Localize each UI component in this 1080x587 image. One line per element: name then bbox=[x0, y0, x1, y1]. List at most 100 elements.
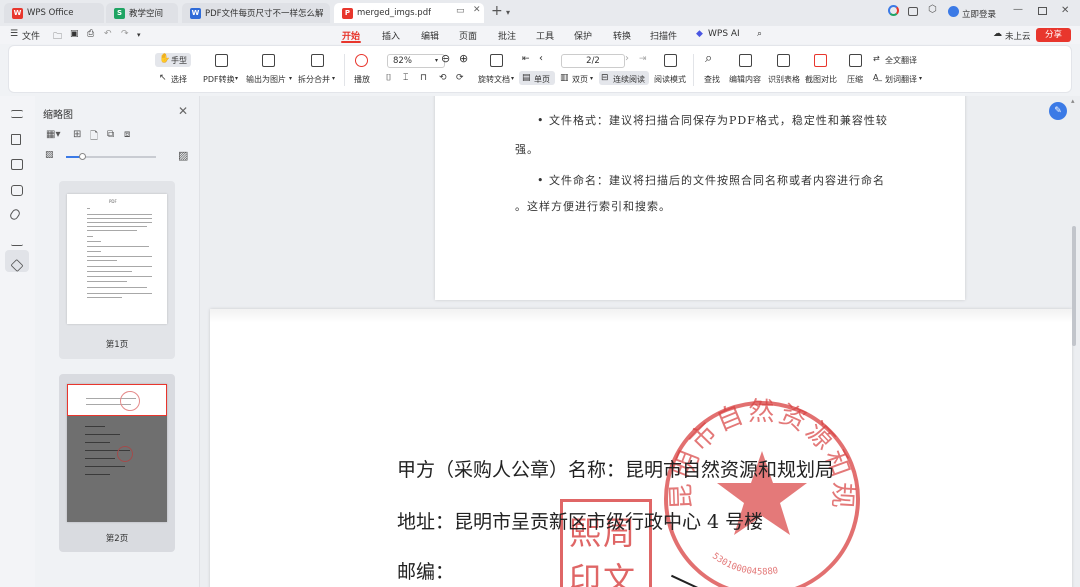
close-window-icon[interactable]: ✕ bbox=[1061, 5, 1069, 16]
insert-page-icon[interactable]: ⊞ bbox=[73, 129, 81, 140]
thumbnail-icon[interactable] bbox=[11, 159, 23, 170]
window-icon[interactable] bbox=[908, 7, 918, 16]
large-image-icon[interactable]: ▨ bbox=[178, 149, 188, 162]
redo-icon[interactable]: ↷ bbox=[121, 29, 129, 39]
thumbnail-page-title: PDF bbox=[109, 199, 117, 204]
cloud-status[interactable]: 未上云 bbox=[1005, 30, 1031, 42]
continuous-read-button[interactable]: 连续阅读 bbox=[613, 74, 645, 85]
menu-annotate[interactable]: 批注 bbox=[498, 29, 516, 42]
rotate-doc-button[interactable]: 旋转文档 bbox=[478, 74, 510, 85]
attachment-icon[interactable] bbox=[8, 207, 22, 222]
fit-page-icon[interactable]: ⌷ bbox=[386, 73, 391, 83]
rotate-left-icon[interactable]: ⟲ bbox=[439, 73, 447, 83]
chevron-down-icon: ▾ bbox=[435, 57, 439, 64]
next-page-icon[interactable]: › bbox=[625, 53, 629, 64]
small-image-icon[interactable]: ▨ bbox=[45, 150, 54, 160]
vertical-scrollbar[interactable] bbox=[1072, 226, 1076, 346]
menu-edit[interactable]: 编辑 bbox=[421, 29, 439, 42]
menu-icon[interactable]: ☰ bbox=[10, 29, 18, 39]
thumbnail-page-1[interactable]: PDF 第1页 bbox=[59, 181, 175, 359]
tab-merged-imgs[interactable]: P merged_imgs.pdf ▭ ✕ bbox=[334, 3, 484, 23]
zoom-in-icon[interactable]: ⊕ bbox=[459, 52, 468, 65]
edit-content-icon bbox=[739, 54, 752, 67]
menu-convert[interactable]: 转换 bbox=[613, 29, 631, 42]
ai-assistant-icon[interactable]: ✎ bbox=[1049, 102, 1067, 120]
text-line bbox=[87, 236, 93, 237]
menu-protect[interactable]: 保护 bbox=[574, 29, 592, 42]
zoom-out-icon[interactable]: ⊖ bbox=[441, 52, 450, 65]
scroll-up-icon[interactable]: ▴ bbox=[1071, 97, 1075, 105]
last-page-icon[interactable]: ⇥ bbox=[639, 54, 647, 64]
word-translate-button[interactable]: 划词翻译 bbox=[885, 74, 917, 85]
open-folder-icon[interactable]: 🗀 bbox=[53, 29, 62, 45]
select-tool-button[interactable]: 选择 bbox=[171, 74, 187, 85]
comment-icon[interactable] bbox=[11, 185, 23, 196]
bookmark-icon[interactable] bbox=[11, 134, 21, 145]
text-line bbox=[85, 434, 120, 435]
extract-page-icon[interactable]: 🗋 bbox=[90, 129, 98, 146]
hand-tool-button[interactable]: 手型 bbox=[171, 55, 187, 66]
page1-line-1: • 文件格式：建议将扫描合同保存为PDF格式，稳定性和兼容性较 bbox=[537, 114, 888, 127]
minimize-icon[interactable]: — bbox=[1013, 4, 1023, 15]
first-page-icon[interactable]: ⇤ bbox=[522, 54, 530, 64]
pdf-convert-button[interactable]: PDF转换 bbox=[203, 74, 235, 85]
tab-wps-office[interactable]: W WPS Office bbox=[4, 3, 104, 23]
close-icon[interactable]: ✕ bbox=[178, 104, 188, 118]
document-viewer[interactable]: • 文件格式：建议将扫描合同保存为PDF格式，稳定性和兼容性较 强。 • 文件命… bbox=[200, 96, 1080, 587]
double-page-button[interactable]: 双页 bbox=[572, 74, 588, 85]
login-link[interactable]: 立即登录 bbox=[962, 8, 996, 20]
screenshot-compare-button[interactable]: 截图对比 bbox=[805, 74, 837, 85]
share-button[interactable]: 分享 bbox=[1036, 28, 1071, 42]
cube-icon[interactable]: ⬡ bbox=[928, 4, 937, 15]
full-translate-button[interactable]: 全文翻译 bbox=[885, 55, 917, 66]
quick-access-chevron-icon[interactable]: ▾ bbox=[137, 31, 141, 39]
split-merge-button[interactable]: 拆分合并 bbox=[298, 74, 330, 85]
actual-size-icon[interactable]: ⊓ bbox=[420, 73, 427, 83]
menu-scan[interactable]: 扫描件 bbox=[650, 29, 677, 42]
share-label: 分享 bbox=[1044, 30, 1062, 40]
slider-handle[interactable] bbox=[79, 153, 86, 160]
close-icon[interactable]: ✕ bbox=[473, 5, 481, 15]
thumbnail-page-2[interactable]: 第2页 bbox=[59, 374, 175, 552]
tab-label: 教学空间 bbox=[129, 9, 164, 19]
play-button[interactable]: 播放 bbox=[354, 74, 370, 85]
edit-content-button[interactable]: 编辑内容 bbox=[729, 74, 761, 85]
menu-page[interactable]: 页面 bbox=[459, 29, 477, 42]
monitor-icon[interactable]: ▭ bbox=[456, 6, 465, 16]
thumbnail-panel-title: 缩略图 bbox=[43, 110, 73, 121]
rotate-right-icon[interactable]: ⟳ bbox=[456, 73, 464, 83]
undo-icon[interactable]: ↶ bbox=[104, 29, 112, 39]
text-line bbox=[85, 442, 110, 443]
avatar[interactable] bbox=[948, 6, 959, 17]
menu-wps-ai[interactable]: WPS AI bbox=[708, 29, 740, 39]
single-page-button[interactable]: 单页 bbox=[534, 74, 550, 85]
outline-icon[interactable] bbox=[11, 110, 23, 118]
file-menu[interactable]: 文件 bbox=[22, 29, 40, 42]
save-icon[interactable]: ▣ bbox=[70, 29, 79, 39]
wps-logo-icon: W bbox=[12, 7, 23, 19]
compress-button[interactable]: 压缩 bbox=[847, 74, 863, 85]
recognize-table-button[interactable]: 识别表格 bbox=[768, 74, 800, 85]
prev-page-icon[interactable]: ‹ bbox=[539, 53, 543, 64]
add-tab-icon[interactable]: + bbox=[491, 3, 503, 19]
tab-teaching-space[interactable]: S 教学空间 bbox=[106, 3, 178, 23]
copy-page-icon[interactable]: ⧉ bbox=[107, 129, 114, 140]
find-button[interactable]: 查找 bbox=[704, 74, 720, 85]
read-mode-button[interactable]: 阅读模式 bbox=[654, 74, 686, 85]
zoom-select[interactable]: 82% ▾ bbox=[387, 54, 445, 68]
print-icon[interactable]: ⎙ bbox=[87, 29, 94, 39]
restore-icon[interactable] bbox=[1038, 7, 1047, 15]
export-image-button[interactable]: 输出为图片 bbox=[246, 74, 286, 85]
grid-view-icon[interactable]: ▦▾ bbox=[46, 129, 60, 140]
menu-insert[interactable]: 插入 bbox=[382, 29, 400, 42]
chevron-down-icon[interactable]: ▾ bbox=[506, 8, 510, 17]
tab-pdf-doc[interactable]: W PDF文件每页尺寸不一样怎么解决.d bbox=[182, 3, 330, 23]
signature-icon[interactable] bbox=[11, 235, 23, 246]
search-icon[interactable]: ⌕ bbox=[757, 29, 762, 39]
menu-tools[interactable]: 工具 bbox=[536, 29, 554, 42]
text-line bbox=[85, 426, 105, 427]
page-number-input[interactable]: 2/2 bbox=[561, 54, 625, 68]
replace-page-icon[interactable]: ⧈ bbox=[124, 129, 130, 140]
color-wheel-icon[interactable] bbox=[888, 5, 899, 16]
fit-width-icon[interactable]: ⌶ bbox=[403, 73, 408, 83]
